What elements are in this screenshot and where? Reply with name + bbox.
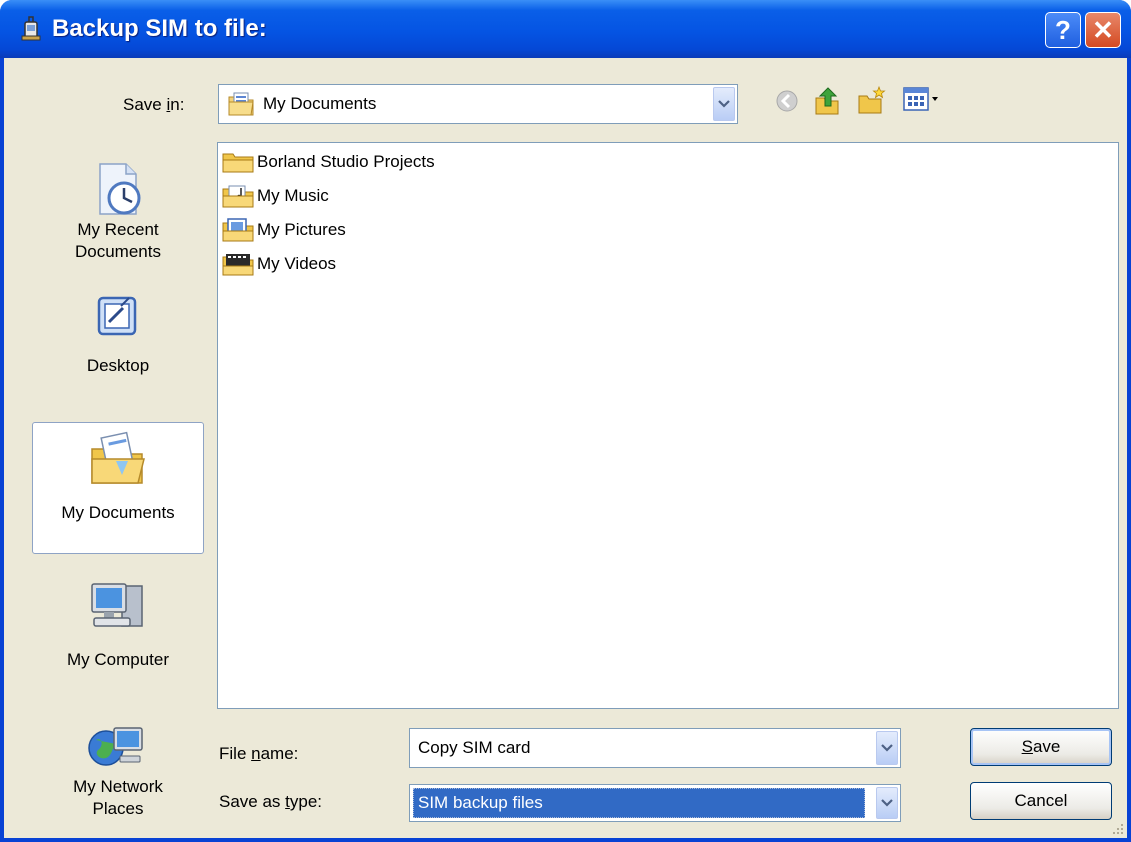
- save-in-dropdown[interactable]: My Documents: [218, 84, 738, 124]
- back-icon[interactable]: [774, 88, 800, 114]
- place-my-computer[interactable]: My Computer: [32, 568, 204, 698]
- list-item[interactable]: My Pictures: [221, 215, 346, 245]
- place-label-line2: Places: [92, 799, 144, 818]
- network-places-icon: [88, 727, 143, 766]
- my-documents-icon: [91, 431, 145, 484]
- videos-folder-icon: [222, 254, 254, 276]
- place-my-documents[interactable]: My Documents: [32, 422, 204, 554]
- file-name-dropdown-arrow[interactable]: [876, 731, 898, 765]
- file-name: My Pictures: [257, 220, 346, 239]
- desktop-icon: [97, 296, 137, 336]
- place-label-line1: My Recent: [77, 220, 159, 239]
- save-in-dropdown-arrow[interactable]: [713, 87, 735, 121]
- chevron-down-icon: [881, 799, 893, 807]
- file-name: Borland Studio Projects: [257, 152, 435, 171]
- file-name: My Videos: [257, 254, 337, 273]
- place-label-line2: Documents: [75, 242, 161, 261]
- save-as-type-value: SIM backup files: [418, 793, 543, 812]
- cancel-button[interactable]: Cancel: [970, 782, 1112, 820]
- chevron-down-icon: [881, 744, 893, 752]
- save-as-type-dropdown[interactable]: SIM backup files: [409, 784, 901, 822]
- list-item[interactable]: Borland Studio Projects: [221, 147, 435, 177]
- places-bar: My Recent Documents Desktop My Documents…: [32, 144, 204, 838]
- sim-backup-app-icon: [21, 16, 41, 41]
- save-in-value: My Documents: [263, 94, 377, 113]
- place-label-line1: Desktop: [86, 356, 150, 375]
- place-desktop[interactable]: Desktop: [32, 280, 204, 400]
- file-name: My Music: [257, 186, 329, 205]
- window-title: Backup SIM to file:: [52, 15, 267, 42]
- place-label-line1: My Computer: [66, 650, 170, 669]
- save-dialog-window: Backup SIM to file: ? ✕ Save in: My Docu…: [0, 0, 1131, 842]
- up-one-level-icon[interactable]: [812, 84, 842, 116]
- view-menu-icon[interactable]: [902, 86, 942, 114]
- file-name-combo[interactable]: Copy SIM card: [409, 728, 901, 768]
- dialog-client-area: Save in: My Documents My Recent Document…: [4, 58, 1127, 838]
- title-bar[interactable]: Backup SIM to file: ? ✕: [0, 0, 1131, 58]
- music-folder-icon: [222, 185, 254, 208]
- recent-documents-icon: [99, 163, 141, 215]
- my-documents-small-icon: [228, 92, 254, 116]
- folder-icon: [222, 153, 254, 173]
- place-my-network-places[interactable]: My Network Places: [32, 710, 204, 838]
- my-computer-icon: [91, 583, 143, 627]
- resize-grip-icon[interactable]: [1109, 820, 1125, 836]
- file-name-input[interactable]: Copy SIM card: [418, 738, 530, 758]
- place-my-recent-documents[interactable]: My Recent Documents: [32, 144, 204, 274]
- file-list-view[interactable]: Borland Studio Projects My Music My Pict…: [217, 142, 1119, 709]
- close-button[interactable]: ✕: [1085, 12, 1121, 48]
- save-as-type-label: Save as type:: [219, 792, 323, 811]
- place-label-line1: My Network: [73, 777, 163, 796]
- list-item[interactable]: My Music: [221, 181, 329, 211]
- file-name-label: File name:: [219, 744, 299, 763]
- place-label-line1: My Documents: [61, 503, 175, 522]
- save-as-type-dropdown-arrow[interactable]: [876, 787, 898, 819]
- chevron-down-icon: [718, 100, 730, 108]
- save-in-label: Save in:: [123, 95, 185, 114]
- pictures-folder-icon: [222, 218, 254, 242]
- save-button[interactable]: Save: [970, 728, 1112, 766]
- help-button[interactable]: ?: [1045, 12, 1081, 48]
- list-item[interactable]: My Videos: [221, 249, 336, 279]
- new-folder-icon[interactable]: [856, 84, 886, 116]
